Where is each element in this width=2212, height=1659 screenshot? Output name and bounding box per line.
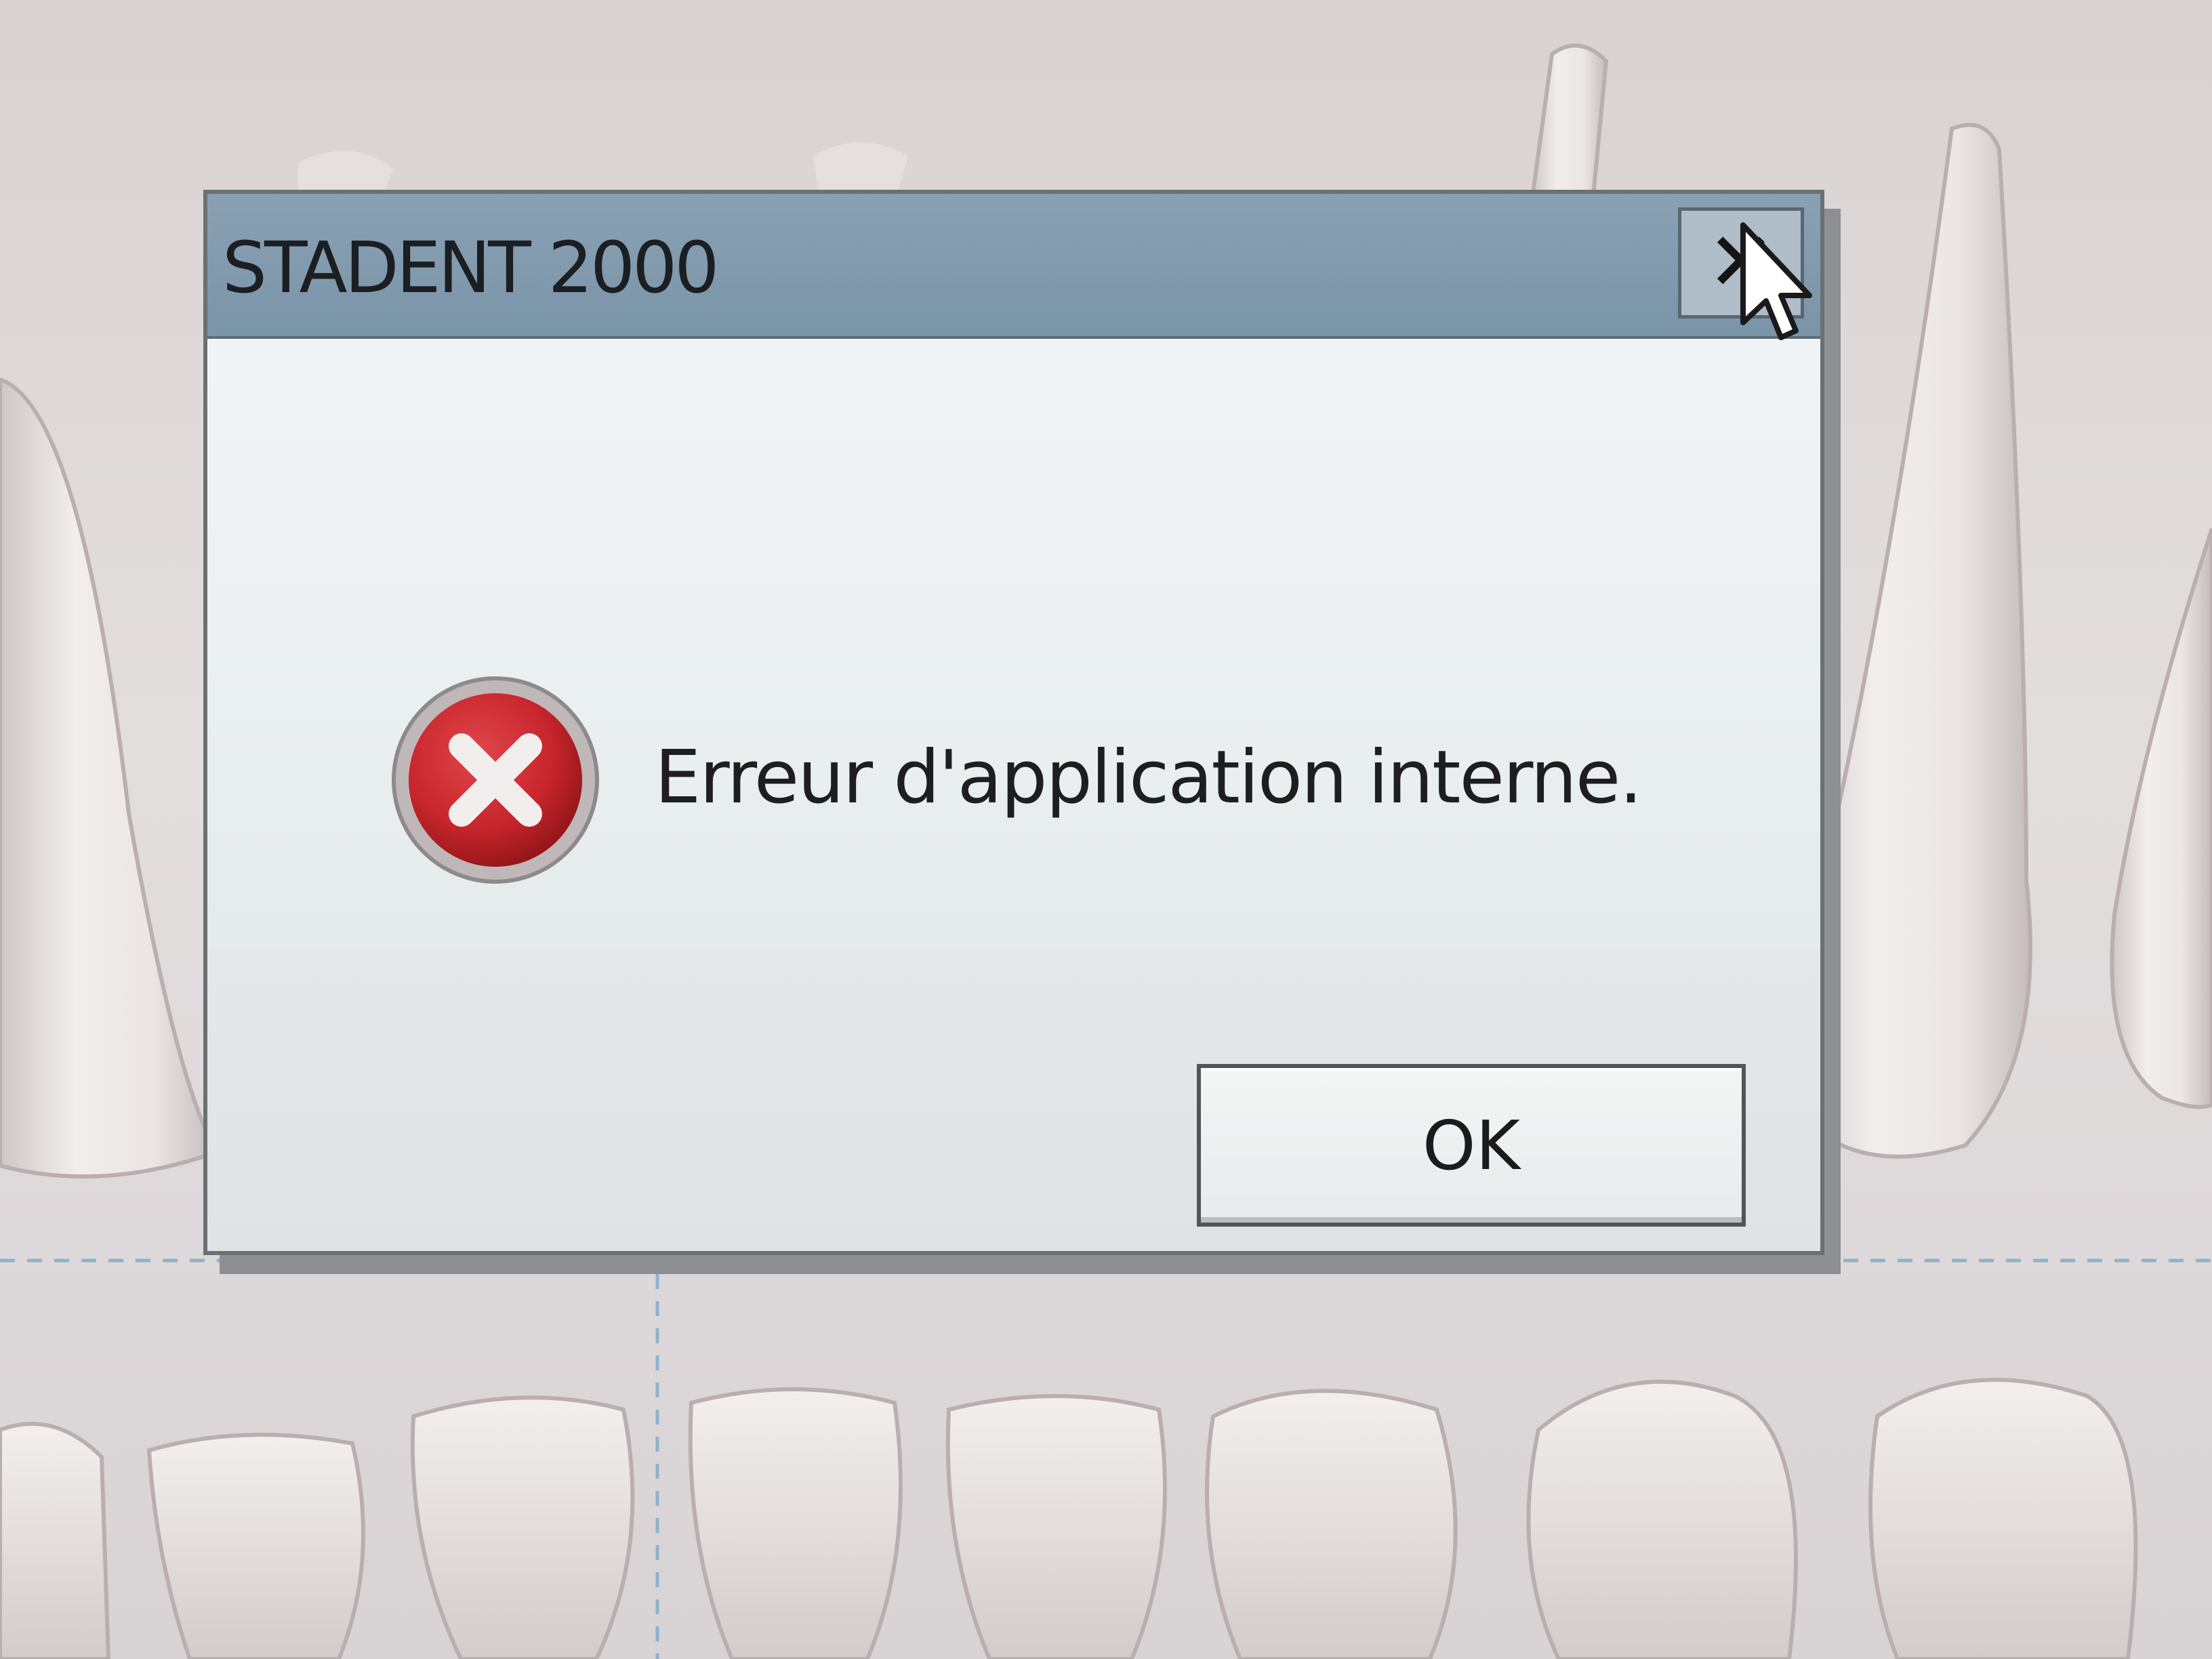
- mouse-cursor-icon: [1740, 222, 1812, 340]
- error-icon: [392, 676, 599, 884]
- lower-tooth: [410, 1395, 635, 1659]
- lower-tooth: [1526, 1379, 1798, 1659]
- lower-tooth: [688, 1387, 903, 1659]
- dialog-body: Erreur d'application interne. OK: [207, 339, 1820, 1247]
- button-area: OK: [207, 949, 1820, 1247]
- upper-tooth: [2110, 528, 2212, 1109]
- lower-tooth: [945, 1394, 1167, 1659]
- lower-tooth: [146, 1433, 365, 1659]
- error-dialog: STADENT 2000 ✕ Erreur d'application inte…: [203, 190, 1824, 1255]
- lower-tooth: [0, 1422, 111, 1659]
- lower-tooth: [1205, 1389, 1458, 1659]
- lower-tooth: [1868, 1378, 2138, 1659]
- error-message: Erreur d'application interne.: [655, 735, 1643, 820]
- upper-tooth: [1529, 43, 1609, 205]
- upper-tooth: [0, 377, 220, 1179]
- title-bar[interactable]: STADENT 2000 ✕: [207, 194, 1820, 340]
- dialog-title: STADENT 2000: [222, 226, 719, 309]
- ok-button[interactable]: OK: [1197, 1064, 1746, 1227]
- upper-tooth: [1788, 123, 2032, 1159]
